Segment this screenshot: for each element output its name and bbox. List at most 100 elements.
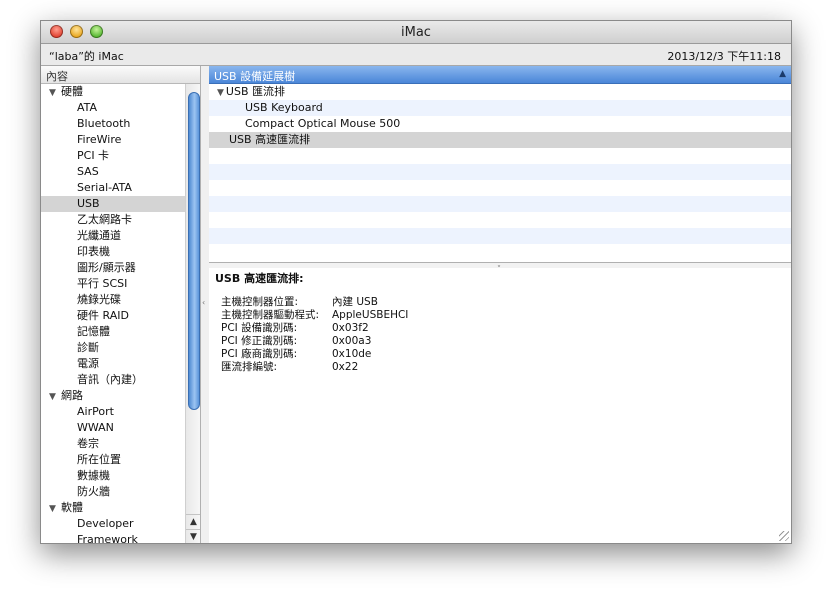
detail-property-value: 0x22 bbox=[332, 361, 359, 373]
sidebar-item-label: SAS bbox=[77, 165, 99, 178]
device-tree-header-label: USB 設備延展樹 bbox=[214, 70, 296, 83]
sidebar-category[interactable]: ▼ 硬體 bbox=[41, 84, 185, 100]
contents-sidebar: 內容 ▼ 硬體 ATA Bluetooth FireWire PCI 卡 SAS Serial… bbox=[41, 66, 207, 543]
device-tree-row[interactable]: Compact Optical Mouse 500 bbox=[209, 116, 791, 132]
sidebar-item[interactable]: USB bbox=[41, 196, 185, 212]
resize-grip-icon[interactable] bbox=[779, 531, 789, 541]
sidebar-item-label: 防火牆 bbox=[77, 485, 110, 498]
sidebar-item[interactable]: 硬件 RAID bbox=[41, 308, 185, 324]
title-bar[interactable]: iMac bbox=[41, 21, 791, 44]
sidebar-item[interactable]: SAS bbox=[41, 164, 185, 180]
computer-name: “laba”的 iMac bbox=[49, 50, 124, 63]
sidebar-item-label: Bluetooth bbox=[77, 117, 131, 130]
sidebar-header[interactable]: 內容 bbox=[41, 66, 207, 84]
sidebar-item-label: 燒錄光碟 bbox=[77, 293, 121, 306]
sidebar-item[interactable]: Developer bbox=[41, 516, 185, 532]
sidebar-item[interactable]: Serial-ATA bbox=[41, 180, 185, 196]
sidebar-item-label: WWAN bbox=[77, 421, 114, 434]
sidebar-category[interactable]: ▼ 軟體 bbox=[41, 500, 185, 516]
detail-property-key: 主機控制器位置: bbox=[221, 296, 299, 308]
device-tree-row-label: Compact Optical Mouse 500 bbox=[245, 117, 401, 130]
sidebar-item-label: 數據機 bbox=[77, 469, 110, 482]
sidebar-item[interactable]: 音訊（內建） bbox=[41, 372, 185, 388]
scroll-down-icon[interactable]: ▼ bbox=[186, 529, 201, 543]
window-title: iMac bbox=[401, 25, 431, 40]
sidebar-item[interactable]: 數據機 bbox=[41, 468, 185, 484]
sidebar-item[interactable]: WWAN bbox=[41, 420, 185, 436]
splitter-grip-icon: ‹ bbox=[202, 298, 206, 307]
sidebar-item[interactable]: 電源 bbox=[41, 356, 185, 372]
detail-property-value: AppleUSBEHCI bbox=[332, 309, 409, 321]
sidebar-item-label: PCI 卡 bbox=[77, 149, 110, 162]
device-tree-row bbox=[209, 148, 791, 164]
device-tree-row[interactable]: USB Keyboard bbox=[209, 100, 791, 116]
sidebar-item[interactable]: 卷宗 bbox=[41, 436, 185, 452]
device-tree-list: ▼ USB 匯流排 USB Keyboard Compact Optical Mous… bbox=[209, 84, 791, 244]
detail-property-key: 主機控制器驅動程式: bbox=[221, 309, 320, 321]
sidebar-item-label: 電源 bbox=[77, 357, 99, 370]
device-tree-row[interactable]: ▼ USB 匯流排 bbox=[209, 84, 791, 100]
sidebar-item-label: FireWire bbox=[77, 133, 122, 146]
sidebar-item-label: 卷宗 bbox=[77, 437, 99, 450]
sidebar-item[interactable]: 平行 SCSI bbox=[41, 276, 185, 292]
detail-property-row: PCI 設備識別碼: 0x03f2 bbox=[221, 322, 408, 335]
sidebar-item-label: 硬件 RAID bbox=[77, 309, 129, 322]
device-tree-row bbox=[209, 212, 791, 228]
disclosure-triangle-icon[interactable]: ▼ bbox=[49, 389, 61, 405]
sidebar-item-label: 音訊（內建） bbox=[77, 373, 143, 386]
device-tree-row bbox=[209, 196, 791, 212]
sidebar-item[interactable]: 所在位置 bbox=[41, 452, 185, 468]
device-tree-row bbox=[209, 164, 791, 180]
sidebar-item[interactable]: 光纖通道 bbox=[41, 228, 185, 244]
sidebar-item[interactable]: ATA bbox=[41, 100, 185, 116]
detail-property-key: PCI 修正識別碼: bbox=[221, 335, 298, 347]
disclosure-triangle-icon[interactable]: ▼ bbox=[217, 88, 224, 98]
sidebar-item-label: ATA bbox=[77, 101, 98, 114]
disclosure-triangle-icon[interactable]: ▼ bbox=[49, 85, 61, 101]
sidebar-item-label: 印表機 bbox=[77, 245, 110, 258]
scroll-up-icon[interactable]: ▲ bbox=[186, 514, 201, 529]
report-datetime: 2013/12/3 下午11:18 bbox=[667, 50, 781, 63]
detail-property-value: 0x00a3 bbox=[332, 335, 372, 347]
sidebar-item[interactable]: 燒錄光碟 bbox=[41, 292, 185, 308]
device-tree-header[interactable]: USB 設備延展樹 ▲ bbox=[209, 66, 791, 84]
sidebar-item[interactable]: 防火牆 bbox=[41, 484, 185, 500]
sidebar-item-label: 乙太網路卡 bbox=[77, 213, 132, 226]
sidebar-item-label: Serial-ATA bbox=[77, 181, 132, 194]
detail-property-row: 匯流排編號: 0x22 bbox=[221, 361, 408, 374]
device-tree-row bbox=[209, 228, 791, 244]
splitter-grip-icon: ˬ bbox=[497, 258, 501, 267]
detail-property-value: 0x10de bbox=[332, 348, 372, 360]
device-tree-row-label: USB 高速匯流排 bbox=[229, 133, 311, 146]
sidebar-item[interactable]: Framework bbox=[41, 532, 185, 543]
device-tree-row-label: USB Keyboard bbox=[245, 101, 323, 114]
detail-property-value: 內建 USB bbox=[332, 296, 378, 308]
sidebar-item[interactable]: 圖形/顯示器 bbox=[41, 260, 185, 276]
sidebar-item[interactable]: 診斷 bbox=[41, 340, 185, 356]
sidebar-item[interactable]: 記憶體 bbox=[41, 324, 185, 340]
detail-property-row: 主機控制器位置: 內建 USB bbox=[221, 296, 408, 309]
system-profiler-window: iMac “laba”的 iMac 2013/12/3 下午11:18 內容 ▼… bbox=[40, 20, 792, 544]
detail-property-row: 主機控制器驅動程式: AppleUSBEHCI bbox=[221, 309, 408, 322]
device-tree-row-label: USB 匯流排 bbox=[225, 85, 285, 98]
scrollbar-thumb[interactable] bbox=[188, 92, 200, 410]
sidebar-item-label: 平行 SCSI bbox=[77, 277, 128, 290]
disclosure-triangle-icon[interactable]: ▼ bbox=[49, 501, 61, 517]
sidebar-item[interactable]: 印表機 bbox=[41, 244, 185, 260]
sidebar-item[interactable]: 乙太網路卡 bbox=[41, 212, 185, 228]
sidebar-item[interactable]: Bluetooth bbox=[41, 116, 185, 132]
sidebar-item-label: Developer bbox=[77, 517, 134, 530]
device-tree-row[interactable]: USB 高速匯流排 bbox=[209, 132, 791, 148]
sidebar-category[interactable]: ▼ 網路 bbox=[41, 388, 185, 404]
sidebar-item-label: 軟體 bbox=[61, 501, 83, 514]
sidebar-scrollbar[interactable]: ▲ ▼ bbox=[185, 84, 201, 543]
contents-tree: ▼ 硬體 ATA Bluetooth FireWire PCI 卡 SAS Serial-AT… bbox=[41, 84, 185, 543]
sort-ascending-icon[interactable]: ▲ bbox=[779, 69, 786, 79]
sidebar-item[interactable]: AirPort bbox=[41, 404, 185, 420]
detail-property-key: PCI 設備識別碼: bbox=[221, 322, 298, 334]
detail-properties: 主機控制器位置: 內建 USB 主機控制器驅動程式: AppleUSBEHCI PCI … bbox=[221, 296, 408, 374]
sidebar-item-label: 光纖通道 bbox=[77, 229, 121, 242]
detail-property-row: PCI 修正識別碼: 0x00a3 bbox=[221, 335, 408, 348]
sidebar-item[interactable]: PCI 卡 bbox=[41, 148, 185, 164]
sidebar-item[interactable]: FireWire bbox=[41, 132, 185, 148]
